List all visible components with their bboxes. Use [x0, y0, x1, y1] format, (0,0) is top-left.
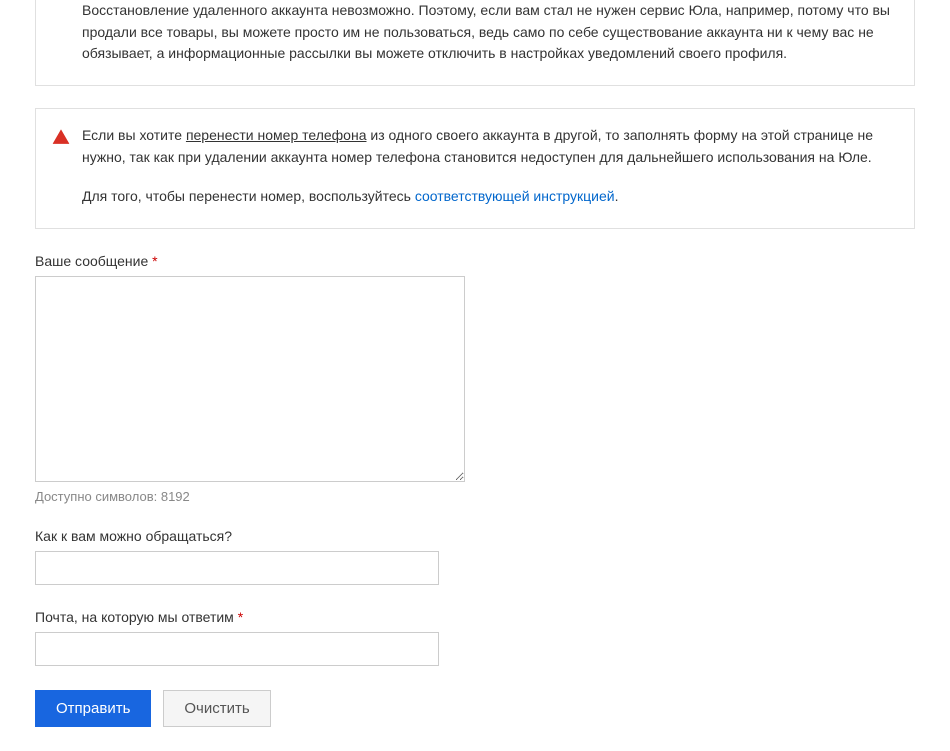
warning-icon [52, 128, 70, 146]
info-box-deletion: Восстановление удаленного аккаунта невоз… [35, 0, 915, 86]
underline-phone-transfer: перенести номер телефона [186, 127, 367, 143]
form-group-email: Почта, на которую мы ответим * [35, 609, 915, 666]
email-label: Почта, на которую мы ответим * [35, 609, 915, 625]
reset-button[interactable]: Очистить [163, 690, 270, 727]
form-group-name: Как к вам можно обращаться? [35, 528, 915, 585]
message-textarea[interactable] [35, 276, 465, 482]
info-text-transfer-instruction: Для того, чтобы перенести номер, восполь… [82, 186, 894, 208]
required-marker: * [148, 253, 157, 269]
info-text-deletion: Восстановление удаленного аккаунта невоз… [82, 0, 894, 65]
char-counter: Доступно символов: 8192 [35, 489, 915, 504]
name-input[interactable] [35, 551, 439, 585]
name-label: Как к вам можно обращаться? [35, 528, 915, 544]
required-marker: * [234, 609, 243, 625]
submit-button[interactable]: Отправить [35, 690, 151, 727]
message-label: Ваше сообщение * [35, 253, 915, 269]
button-row: Отправить Очистить [35, 690, 915, 727]
info-text-transfer-warning: Если вы хотите перенести номер телефона … [82, 125, 894, 168]
info-box-transfer: Если вы хотите перенести номер телефона … [35, 108, 915, 229]
email-input[interactable] [35, 632, 439, 666]
instruction-link[interactable]: соответствующей инструкцией [415, 188, 615, 204]
form-group-message: Ваше сообщение * Доступно символов: 8192 [35, 253, 915, 504]
